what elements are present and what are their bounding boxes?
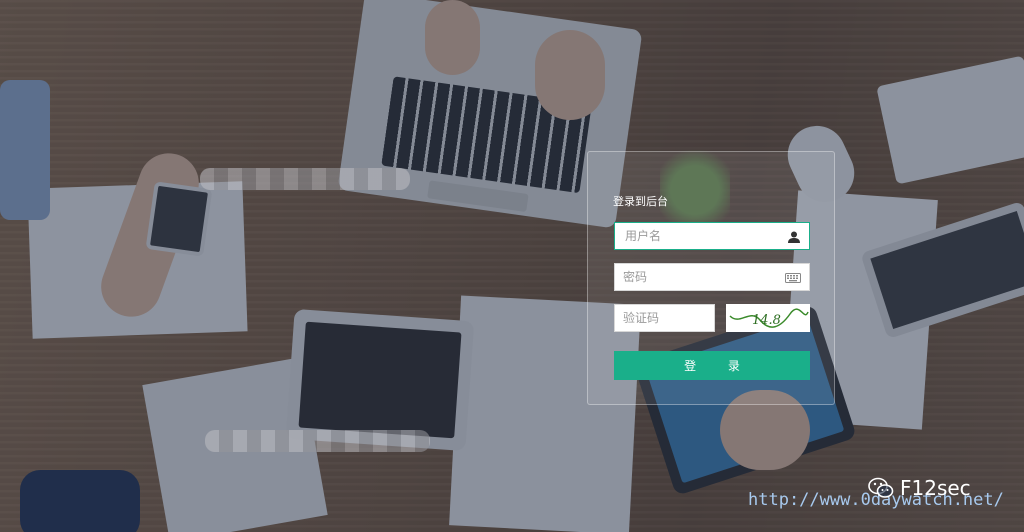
username-field[interactable] bbox=[614, 222, 810, 250]
captcha-input[interactable] bbox=[615, 305, 714, 331]
pixelated-redaction bbox=[205, 430, 430, 452]
login-panel: 登录到后台 14.8 登 录 bbox=[587, 151, 835, 405]
keyboard-icon bbox=[785, 273, 801, 283]
captcha-image[interactable]: 14.8 bbox=[726, 304, 810, 332]
watermark: F12sec bbox=[868, 476, 971, 500]
captcha-text: 14.8 bbox=[752, 313, 781, 328]
password-input[interactable] bbox=[615, 264, 809, 290]
dark-overlay bbox=[0, 0, 1024, 532]
captcha-field[interactable] bbox=[614, 304, 715, 332]
wechat-icon bbox=[868, 477, 894, 498]
captcha-graphic: 14.8 bbox=[729, 308, 809, 328]
background-photo bbox=[0, 0, 1024, 532]
pixelated-redaction bbox=[200, 168, 410, 190]
watermark-brand: F12sec bbox=[900, 476, 971, 500]
login-title: 登录到后台 bbox=[613, 195, 668, 208]
user-icon bbox=[788, 231, 800, 243]
login-button[interactable]: 登 录 bbox=[614, 351, 810, 380]
username-input[interactable] bbox=[615, 223, 809, 249]
password-field[interactable] bbox=[614, 263, 810, 291]
